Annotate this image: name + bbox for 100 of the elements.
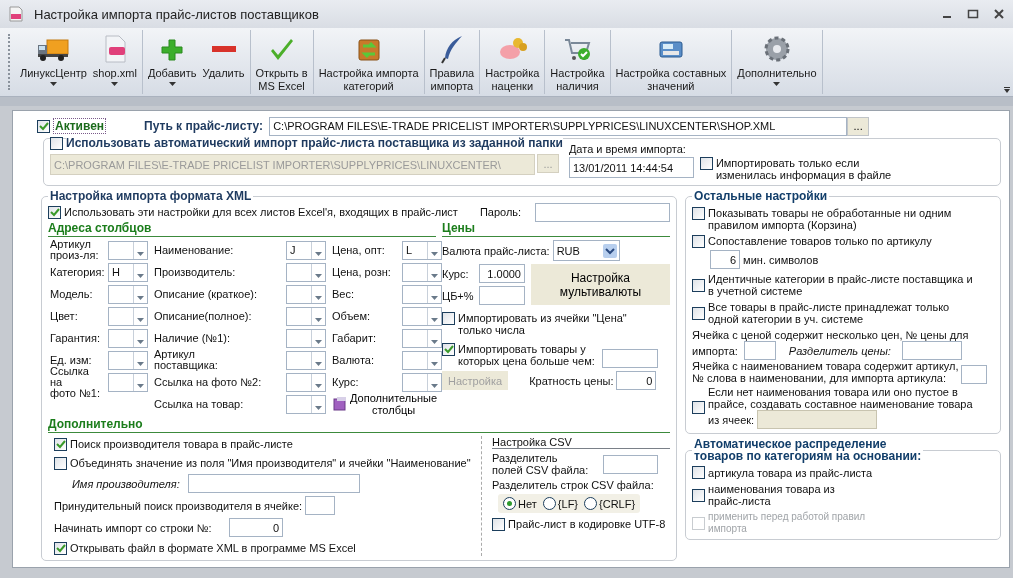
date-field[interactable]: 13/01/2011 14:44:54 <box>568 157 694 178</box>
column-select[interactable]: H <box>108 262 148 282</box>
toolbar-button[interactable]: Настройка наличия <box>547 30 608 94</box>
column-select[interactable]: J <box>286 240 326 260</box>
field-label: Разделитель цены: <box>788 344 891 357</box>
min-chars-field[interactable]: 6 <box>710 250 741 269</box>
radio-button[interactable] <box>542 497 556 510</box>
checkbox-label: Прайс-лист в кодировке UTF-8 <box>508 518 666 530</box>
toolbar-button[interactable]: Удалить <box>199 30 248 94</box>
column-select[interactable] <box>402 284 442 304</box>
dropdown-arrow-icon <box>427 373 441 391</box>
checkbox[interactable] <box>37 119 50 133</box>
column-select[interactable] <box>108 284 148 304</box>
overflow-icon[interactable] <box>1003 85 1011 94</box>
checkbox[interactable] <box>692 278 706 292</box>
column-select[interactable] <box>108 350 148 370</box>
checkbox[interactable] <box>699 157 713 170</box>
checkbox-label: Активен <box>53 118 107 134</box>
toolbar-button[interactable]: Настройка составных значений <box>612 30 730 94</box>
cells-field[interactable] <box>757 410 878 429</box>
field-label: Цена, опт: <box>332 244 386 256</box>
column-select[interactable] <box>108 372 148 392</box>
checkbox[interactable] <box>54 541 67 555</box>
word-number-field[interactable] <box>960 365 987 384</box>
toolbar-button[interactable]: Дополнительно <box>734 30 820 94</box>
field-label: Модель: <box>50 288 94 300</box>
checkbox[interactable] <box>492 517 506 531</box>
extra-columns-button[interactable]: Дополнительные столбцы <box>332 392 442 416</box>
checkbox[interactable] <box>54 456 67 470</box>
manufacturer-field[interactable] <box>187 474 360 493</box>
column-select[interactable] <box>286 372 326 392</box>
toolbar-button[interactable]: ЛинуксЦентр <box>17 30 90 94</box>
column-select[interactable] <box>108 328 148 348</box>
column-select[interactable] <box>108 306 148 326</box>
columns-icon <box>332 396 348 412</box>
price-separator-field[interactable] <box>901 341 962 360</box>
close-icon[interactable] <box>993 8 1005 21</box>
radio-button[interactable] <box>584 497 598 510</box>
field-label: Валюта прайс-листа: <box>442 244 550 257</box>
checkbox-label: артикула товара из прайс-листа <box>708 466 873 479</box>
checkbox-label: Идентичные категории в прайс-листе поставщика и в учетной системе <box>708 273 973 297</box>
percent-field[interactable] <box>479 286 525 305</box>
checkbox-label: Использовать автоматический импорт прайс-листа поставщика из заданной папки <box>66 136 563 150</box>
column-select[interactable] <box>108 240 148 260</box>
field-label: Дата и время импорта: <box>568 143 687 155</box>
rate-field[interactable]: 1.0000 <box>479 264 525 283</box>
column-select[interactable] <box>402 262 442 282</box>
toolbar-button[interactable]: Настройка наценки <box>482 30 543 94</box>
checkbox[interactable] <box>692 488 706 502</box>
checkbox[interactable] <box>692 235 706 248</box>
field-label: Начинать импорт со строки №: <box>54 521 213 534</box>
field-label: Цвет: <box>50 310 79 322</box>
browse-button[interactable]: ... <box>847 116 870 136</box>
checkbox[interactable] <box>692 207 706 220</box>
multiplicity-field[interactable]: 0 <box>616 371 657 390</box>
path-field[interactable]: C:\PROGRAM FILES\E-TRADE PRICELIST IMPORTER\SUPPLYPRICES\LINUXCENTER\SHOP.XML <box>269 116 848 136</box>
radio-button[interactable] <box>503 497 517 510</box>
multicurrency-button[interactable]: Настройка мультивалюты <box>531 264 670 305</box>
column-select[interactable] <box>286 328 326 348</box>
checkbox[interactable] <box>48 205 61 219</box>
min-price-field[interactable] <box>601 349 658 368</box>
checkbox[interactable] <box>692 306 706 320</box>
dropdown-arrow-icon <box>311 329 325 347</box>
field-label: Принудительный поиск производителя в ячейке: <box>54 499 303 512</box>
toolbar-button[interactable]: Настройка импорта категорий <box>315 30 422 94</box>
column-select[interactable] <box>286 350 326 370</box>
field-label: Артикул поставщика: <box>154 349 219 371</box>
checkbox-label: применить перед работой правил импорта <box>708 511 866 535</box>
checkbox-label: Если нет наименования товара или оно пустое в прайсе, создавать составное наименование товара <box>708 386 973 410</box>
field-label: Ссылка на фото №1: <box>50 365 101 399</box>
checkbox[interactable] <box>54 437 67 451</box>
column-select[interactable] <box>286 262 326 282</box>
price-number-field[interactable] <box>743 341 776 360</box>
password-field[interactable] <box>535 202 671 222</box>
column-select[interactable] <box>286 306 326 326</box>
column-select[interactable] <box>286 394 326 414</box>
dropdown-arrow-icon <box>427 329 441 347</box>
toolbar-button[interactable]: Правила импорта <box>426 30 478 94</box>
checkbox[interactable] <box>692 466 706 479</box>
checkbox[interactable] <box>442 312 455 325</box>
toolbar-button[interactable]: shop.xml <box>89 30 140 94</box>
checkbox-label: Импортировать только если изменилась информация в файле <box>715 157 892 181</box>
column-select[interactable]: L <box>402 240 442 260</box>
section-heading: Адреса столбцов <box>48 221 436 237</box>
dropdown-arrow-icon <box>133 373 147 391</box>
field-label: Курс: <box>442 267 470 280</box>
start-row-field[interactable]: 0 <box>229 518 283 537</box>
checkbox[interactable] <box>50 136 63 150</box>
toolbar-button[interactable]: Добавить <box>144 30 200 94</box>
checkbox[interactable] <box>442 343 455 356</box>
separator-field[interactable] <box>603 454 659 474</box>
column-select[interactable] <box>286 284 326 304</box>
toolbar-button[interactable]: Открыть в MS Excel <box>252 30 311 94</box>
maximize-icon[interactable] <box>967 8 979 21</box>
checkbox-label: Поиск производителя товара в прайс-листе <box>70 438 293 450</box>
checkbox[interactable] <box>692 401 706 414</box>
field-label: Имя производителя: <box>72 477 180 490</box>
currency-select[interactable]: RUB <box>552 240 620 261</box>
column-select[interactable] <box>402 372 442 392</box>
cell-field[interactable] <box>305 496 336 515</box>
